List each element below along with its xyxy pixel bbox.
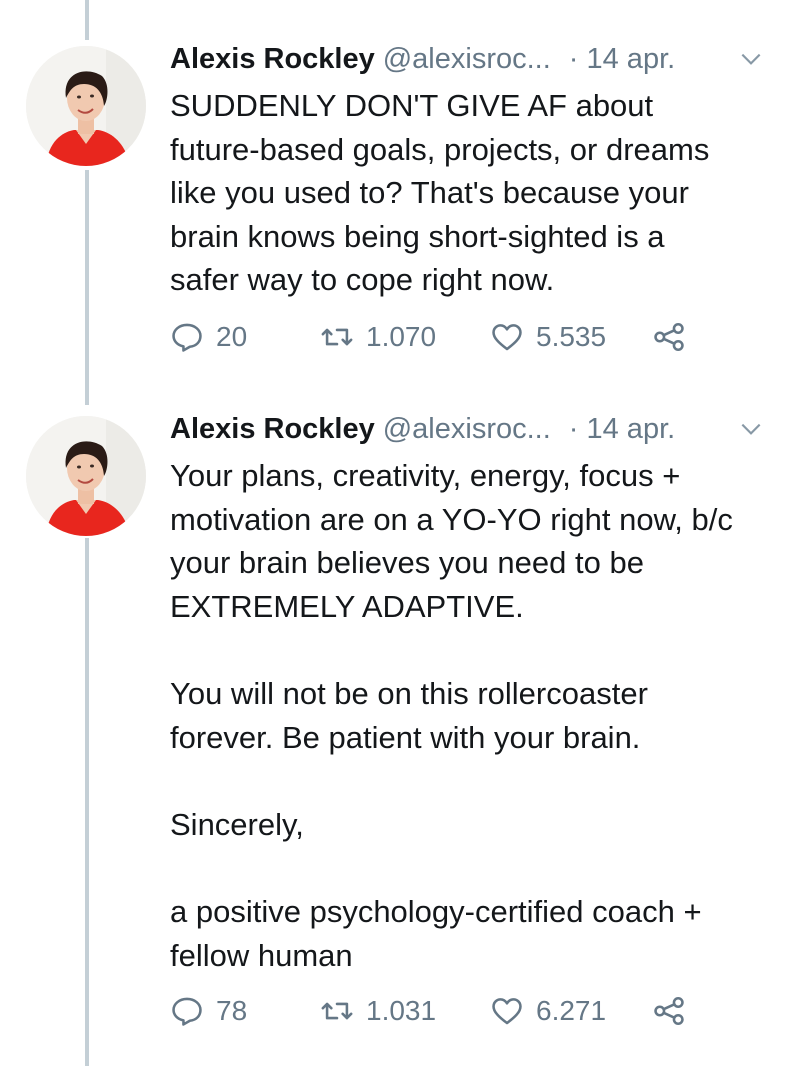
like-count: 5.535	[536, 321, 607, 352]
reply-icon	[172, 997, 202, 1026]
avatar[interactable]	[26, 46, 146, 166]
avatar[interactable]	[26, 416, 146, 536]
tweet[interactable]: Alexis Rockley @alexisroc... · 14 apr. S…	[0, 30, 800, 400]
reply-button[interactable]: 20	[170, 320, 320, 354]
share-button[interactable]	[652, 994, 686, 1028]
tweet-text: Your plans, creativity, energy, focus + …	[170, 458, 733, 973]
tweet-header: Alexis Rockley @alexisroc... · 14 apr.	[170, 410, 780, 448]
like-button[interactable]: 6.271	[490, 994, 652, 1028]
tweet-text: SUDDENLY DON'T GIVE AF about future-base…	[170, 88, 710, 298]
reply-button[interactable]: 78	[170, 994, 320, 1028]
author-handle[interactable]: @alexisroc...	[383, 40, 551, 78]
tweet-header: Alexis Rockley @alexisroc... · 14 apr.	[170, 40, 780, 78]
tweet-date[interactable]: · 14 apr.	[569, 410, 675, 448]
retweet-button[interactable]: 1.031	[320, 994, 490, 1028]
tweet[interactable]: Alexis Rockley @alexisroc... · 14 apr. Y…	[0, 400, 800, 1066]
reply-count: 20	[216, 321, 248, 352]
retweet-count: 1.070	[366, 321, 437, 352]
chevron-down-icon[interactable]	[738, 414, 764, 440]
share-button[interactable]	[652, 320, 686, 354]
author-name[interactable]: Alexis Rockley	[170, 410, 375, 448]
author-handle[interactable]: @alexisroc...	[383, 410, 551, 448]
chevron-down-icon[interactable]	[738, 44, 764, 70]
tweet-actions: 78 1.031 6.271	[170, 994, 686, 1028]
reply-count: 78	[216, 995, 248, 1026]
retweet-button[interactable]: 1.070	[320, 320, 490, 354]
heart-icon	[492, 324, 522, 351]
share-icon	[654, 322, 684, 352]
share-icon	[654, 996, 684, 1026]
retweet-icon	[321, 328, 353, 346]
like-button[interactable]: 5.535	[490, 320, 652, 354]
retweet-icon	[321, 1002, 353, 1020]
tweet-actions: 20 1.070 5.535	[170, 320, 686, 354]
retweet-count: 1.031	[366, 995, 437, 1026]
tweet-date[interactable]: · 14 apr.	[569, 40, 675, 78]
heart-icon	[492, 998, 522, 1025]
like-count: 6.271	[536, 995, 607, 1026]
reply-icon	[172, 323, 202, 352]
author-name[interactable]: Alexis Rockley	[170, 40, 375, 78]
